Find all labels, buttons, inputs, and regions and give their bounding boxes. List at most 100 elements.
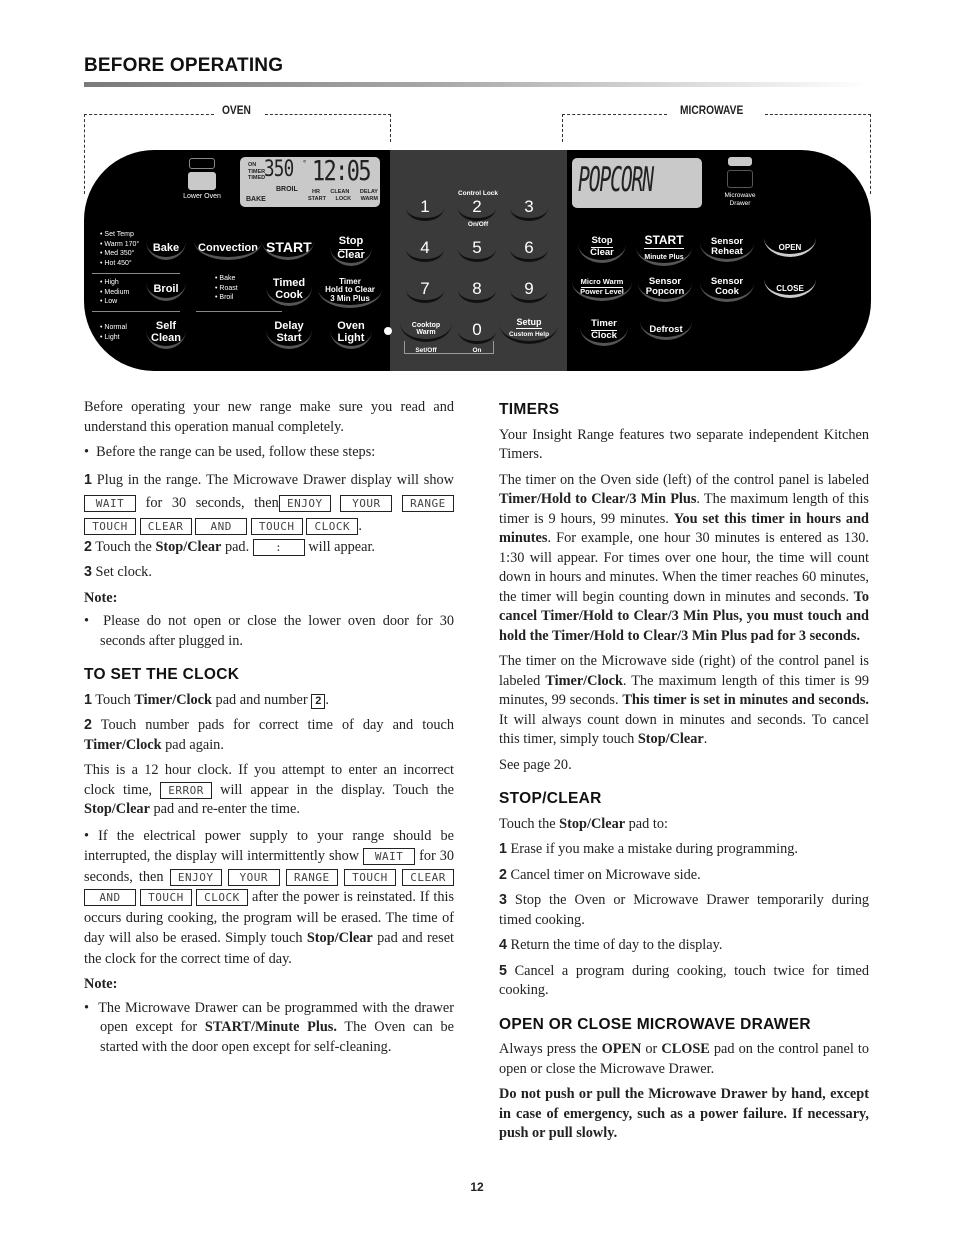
set-off-label: Set/Off [415,347,437,354]
on-off-label: On/Off [467,221,489,228]
intro-paragraph: Before operating your new range make sur… [84,399,454,435]
open-button[interactable]: OPEN [764,243,816,258]
microwave-section-label: MICROWAVE [680,103,744,117]
step-1: 1 Plug in the range. The Microwave Drawe… [84,471,454,535]
oven-stop-clear-button[interactable]: Stop Clear [330,235,372,267]
lcd-word: ENJOY [169,868,222,886]
note-label: Note: [84,976,118,992]
lower-oven-label: Lower Oven [183,193,221,200]
step-3: 3 Set clock. [84,564,152,580]
lcd-word: TOUCH [250,517,303,535]
bake-button[interactable]: Bake [146,242,186,260]
oven-display: ON TIMER TIMED 350 ° 12:05 BROIL BAKE HR CL… [240,154,380,207]
mw-stop-clear-button[interactable]: Stop Clear [578,236,626,263]
sensor-popcorn-button[interactable]: Sensor Popcorn [638,277,692,302]
timed-cook-button[interactable]: Timed Cook [266,277,312,307]
close-button[interactable]: CLOSE [764,284,816,299]
note-label: Note: [84,589,118,606]
microwave-bracket [765,114,871,115]
page-number: 12 [470,1180,484,1194]
lcd-word: AND [195,517,248,535]
display-bake: BAKE [246,196,266,203]
lcd-word: RANGE [285,868,338,886]
oven-timer-button[interactable]: Timer Hold to Clear 3 Min Plus [318,277,382,309]
left-column: Before operating your new range make sur… [84,398,454,1063]
drawer-paragraph: Always press the OPEN or CLOSE pad on th… [499,1041,870,1077]
stop-item: 2 Cancel timer on Microwave side. [499,866,701,883]
oven-bracket [265,114,391,115]
convection-options: • Bake • Roast • Broil [215,275,238,301]
lcd-word: ERROR [160,781,213,799]
oven-timer-paragraph: The timer on the Oven side (left) of the… [499,471,869,644]
lcd-word: WAIT [84,494,136,512]
oven-start-button[interactable]: START [262,240,314,260]
lcd-word: TOUCH [139,889,192,907]
right-column: TIMERS Your Insight Range features two s… [499,400,869,1150]
key-7[interactable]: 7 [406,279,444,303]
microwave-display: POPCORN [572,158,702,208]
display-tags-bottom: START LOCK WARM [308,196,378,202]
oven-bracket [390,114,391,142]
note-2: • The Microwave Drawer can be programmed… [84,999,455,1055]
microwave-display-text: POPCORN [578,160,654,200]
stop-clear-heading: STOP/CLEAR [499,790,602,807]
clean-options: • Normal • Light [100,324,127,341]
mw-start-button[interactable]: START Minute Plus [636,234,692,267]
microwave-drawer-indicator [727,170,753,188]
sensor-reheat-button[interactable]: Sensor Reheat [700,237,754,262]
note-1: • Please do not open or close the lower … [84,613,454,649]
sensor-cook-button[interactable]: Sensor Cook [700,277,754,302]
key-8[interactable]: 8 [458,279,496,303]
bake-options: • Set Temp • Warm 170° • Med 350° • Hot 450… [100,231,140,267]
lcd-word: : [252,538,305,556]
cooktop-warm-button[interactable]: Cooktop Warm [400,322,452,342]
drawer-warning: Do not push or pull the Microwave Drawer… [499,1086,869,1141]
lcd-word: YOUR [227,868,280,886]
lower-oven-indicator [188,172,216,190]
on-label: On [472,347,482,354]
key-6[interactable]: 6 [510,238,548,262]
bullet-steps: • Before the range can be used, follow t… [84,444,376,460]
microwave-bracket [870,114,871,194]
oven-light-button[interactable]: Oven Light [330,320,372,350]
display-left-tags: ON TIMER TIMED [248,162,266,181]
micro-warm-power-level-button[interactable]: Micro Warm Power Level [572,278,632,301]
key-9[interactable]: 9 [510,279,548,303]
key-0[interactable]: 0 [458,320,496,344]
control-lock-label: Control Lock [457,190,499,197]
lcd-word: CLOCK [195,889,248,907]
convection-button[interactable]: Convection [194,242,262,260]
self-clean-button[interactable]: Self Clean [146,320,186,350]
mw-timer-clock-button[interactable]: Timer Clock [580,319,628,346]
lcd-word: TOUCH [84,517,136,535]
microwave-upper-indicator [728,157,752,166]
key-1[interactable]: 1 [406,197,444,221]
key-3[interactable]: 3 [510,197,548,221]
title-rule [84,82,870,87]
stop-item: 5 Cancel a program during cooking, touch… [499,962,870,999]
key-2[interactable]: 2 [458,197,496,221]
stop-item: 1 Erase if you make a mistake during pro… [499,841,798,857]
see-page: See page 20. [499,756,572,773]
clock-step-2: 2 Touch number pads for correct time of … [84,717,454,753]
display-degree: ° [303,159,307,168]
setup-button[interactable]: Setup Custom Help [500,317,558,345]
stop-item: 4 Return the time of day to the display. [499,937,723,953]
timers-intro: Your Insight Range features two separate… [499,426,869,463]
lcd-word: AND [84,889,136,907]
lcd-word: CLOCK [306,517,359,535]
display-tags-top: HR CLEAN DELAY [312,189,378,195]
oven-bracket [84,114,214,115]
delay-start-button[interactable]: Delay Start [266,320,312,350]
broil-button[interactable]: Broil [146,283,186,301]
drawer-heading: OPEN OR CLOSE MICROWAVE DRAWER [499,1015,811,1033]
lcd-word: TOUCH [343,868,396,886]
microwave-bracket [562,114,667,115]
display-broil: BROIL [276,186,298,193]
clock-paragraph: This is a 12 hour clock. If you attempt … [84,762,455,817]
key-4[interactable]: 4 [406,238,444,262]
lcd-word: WAIT [363,848,416,866]
key-5[interactable]: 5 [458,238,496,262]
lcd-word: RANGE [401,494,454,512]
defrost-button[interactable]: Defrost [640,325,692,340]
